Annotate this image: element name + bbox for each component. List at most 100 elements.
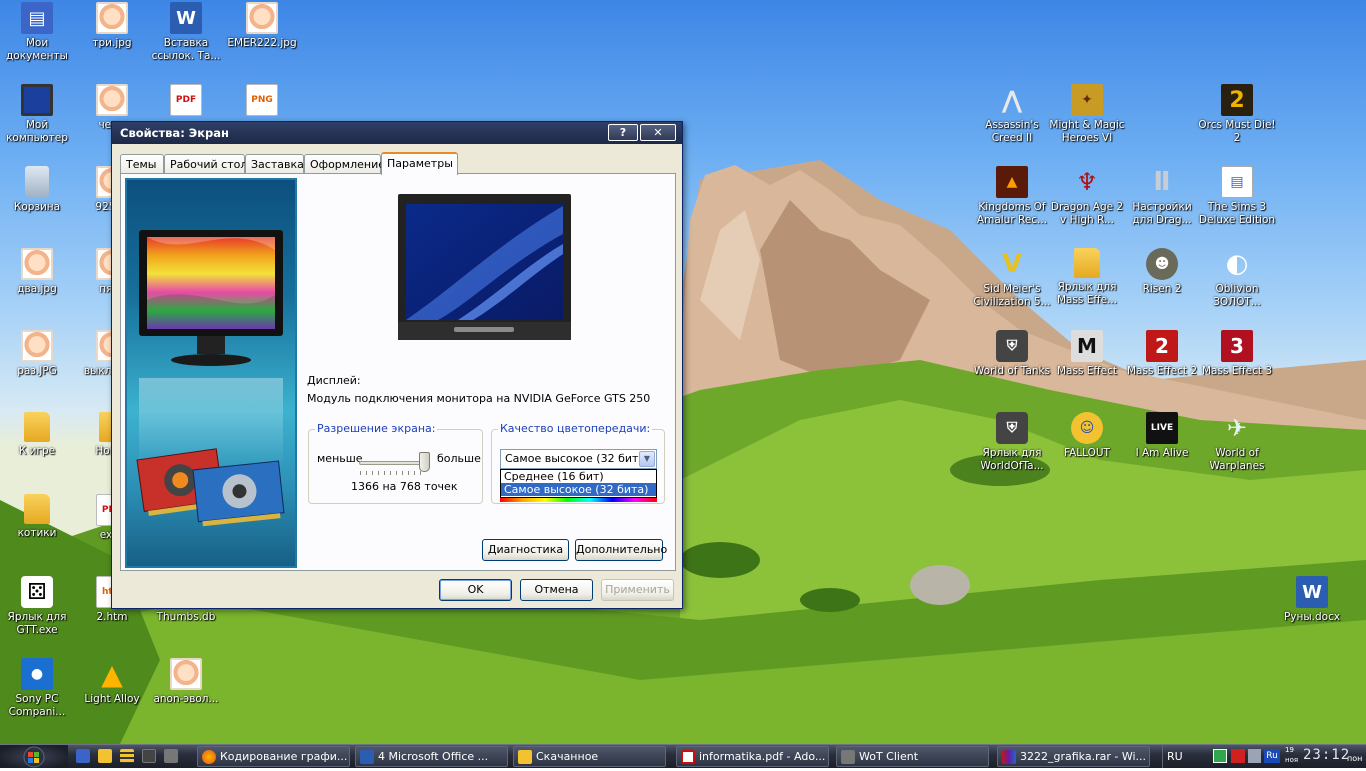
tray-app-icon[interactable]: [1213, 749, 1227, 763]
desktop-icon-civilization[interactable]: V Sid Meier's Civilization 5...: [973, 248, 1051, 309]
sony-pc-companion-icon: ●: [21, 658, 53, 690]
desktop-icon-amalur[interactable]: ▲ Kingdoms Of Amalur Rec...: [973, 166, 1051, 227]
taskbar-item-firefox[interactable]: Кодирование графи...: [197, 746, 350, 767]
resolution-slider-thumb[interactable]: [419, 452, 430, 472]
language-indicator[interactable]: RU: [1167, 750, 1183, 763]
word-document-icon: W: [170, 2, 202, 34]
help-button[interactable]: ?: [608, 124, 638, 141]
desktop-icon-i-am-alive[interactable]: LIVE I Am Alive: [1123, 412, 1201, 460]
color-spectrum-bar: [500, 498, 657, 502]
taskbar-item-informatika-pdf[interactable]: informatika.pdf - Ado...: [676, 746, 829, 767]
close-icon: ✕: [653, 126, 663, 139]
ok-button[interactable]: OK: [439, 579, 512, 601]
photo-icon: [21, 330, 53, 362]
desktop-icon-mass-effect-3[interactable]: 3 Mass Effect 3: [1198, 330, 1276, 378]
desktop-icon-raz-jpg[interactable]: раз.JPG: [0, 330, 76, 378]
monitor-illustration: [136, 230, 285, 527]
desktop-icon-anon-evol[interactable]: anon-эвол...: [147, 658, 225, 706]
color-quality-option-32bit[interactable]: Самое высокое (32 бита): [501, 483, 656, 496]
desktop-icon-my-documents[interactable]: ▤ Мои документы: [0, 2, 76, 63]
color-quality-select[interactable]: Самое высокое (32 бита) ▼: [500, 449, 657, 469]
tray-blocked-icon[interactable]: [1231, 749, 1245, 763]
tab-desktop[interactable]: Рабочий стол: [164, 154, 247, 174]
risen-icon: ☻: [1146, 248, 1178, 280]
desktop-icon-vstavka-ssylok[interactable]: W Вставка ссылок. Та...: [147, 2, 225, 63]
pdf-icon: [681, 750, 695, 764]
desktop-icon-world-of-warplanes[interactable]: ✈ World of Warplanes: [1198, 412, 1276, 473]
tab-settings[interactable]: Параметры: [381, 152, 458, 175]
dialog-title: Свойства: Экран: [120, 126, 229, 140]
color-quality-option-16bit[interactable]: Среднее (16 бит): [501, 470, 656, 483]
i-am-alive-icon: LIVE: [1146, 412, 1178, 444]
dialog-titlebar[interactable]: Свойства: Экран ? ✕: [112, 122, 682, 144]
quicklaunch-archive-icon[interactable]: [120, 749, 134, 763]
desktop-icon-dva-jpg[interactable]: два.jpg: [0, 248, 76, 296]
desktop-icon-oblivion[interactable]: ◐ Oblivion ЗОЛОТ...: [1198, 248, 1276, 309]
desktop-icon-emer222[interactable]: EMER222.jpg: [223, 2, 301, 50]
oblivion-icon: ◐: [1225, 248, 1249, 279]
desktop-icon-wot-shortcut[interactable]: ⛨ Ярлык для WorldOfTa...: [973, 412, 1051, 473]
desktop-icon-fallout[interactable]: ☺ FALLOUT: [1048, 412, 1126, 460]
world-of-tanks-icon: ⛨: [996, 330, 1028, 362]
taskbar-item-ms-office[interactable]: 4 Microsoft Office ...: [355, 746, 508, 767]
world-of-warplanes-icon: ✈: [1226, 413, 1248, 442]
chevron-down-icon[interactable]: ▼: [639, 451, 655, 467]
tab-themes[interactable]: Темы: [120, 154, 164, 174]
clock[interactable]: 19 ноя 23:12 пон: [1285, 746, 1365, 768]
taskbar-item-winrar[interactable]: 3222_grafika.rar - Wi...: [997, 746, 1150, 767]
tab-appearance[interactable]: Оформление: [304, 154, 385, 174]
civilization-icon: V: [1001, 248, 1023, 279]
tray-network-icon[interactable]: [1248, 749, 1261, 763]
diagnostics-button[interactable]: Диагностика: [482, 539, 569, 561]
desktop-icon-mass-effect[interactable]: M Mass Effect: [1048, 330, 1126, 378]
desktop-icon-risen2[interactable]: ☻ Risen 2: [1123, 248, 1201, 296]
tab-screensaver[interactable]: Заставка: [245, 154, 304, 174]
tray-keyboard-layout-icon[interactable]: Ru: [1264, 749, 1280, 763]
firefox-icon: [202, 750, 216, 764]
desktop-icon-runy-docx[interactable]: W Руны.docx: [1273, 576, 1351, 624]
desktop-icon-my-computer[interactable]: Мой компьютер: [0, 84, 76, 145]
apply-button[interactable]: Применить: [601, 579, 674, 601]
display-value: Модуль подключения монитора на NVIDIA Ge…: [307, 392, 651, 405]
desktop-icon-dragon-age[interactable]: ♆ Dragon Age 2 v High R...: [1048, 166, 1126, 227]
desktop-icon-assassins-creed[interactable]: ⋀ Assassin's Creed II: [973, 84, 1051, 145]
desktop-icon-world-of-tanks[interactable]: ⛨ World of Tanks: [973, 330, 1051, 378]
desktop-icon-k-igre[interactable]: К игре: [0, 412, 76, 458]
desktop-icon-sony-pc-companion[interactable]: ● Sony PC Compani...: [0, 658, 76, 719]
desktop-icon-png[interactable]: PNG: [223, 84, 301, 119]
dice-icon: ⚄: [21, 576, 53, 608]
settings-icon: Ⅱ: [1153, 166, 1171, 197]
desktop-icon-pdf[interactable]: PDF: [147, 84, 225, 119]
desktop-icon-mass-effect-shortcut[interactable]: Ярлык для Mass Effe...: [1048, 248, 1126, 307]
cancel-button[interactable]: Отмена: [520, 579, 593, 601]
quicklaunch-extra-icon[interactable]: [164, 749, 178, 763]
desktop-icon-heroes[interactable]: ✦ Might & Magic Heroes VI: [1048, 84, 1126, 145]
mass-effect-icon: M: [1071, 330, 1103, 362]
taskbar-item-wot-client[interactable]: WoT Client: [836, 746, 989, 767]
desktop-icon-tri-jpg[interactable]: три.jpg: [73, 2, 151, 50]
resolution-slider-track[interactable]: [359, 461, 425, 465]
quicklaunch-media-icon[interactable]: [142, 749, 156, 763]
quicklaunch-folder-icon[interactable]: [98, 749, 112, 763]
desktop-icon-gtt[interactable]: ⚄ Ярлык для GTT.exe: [0, 576, 76, 637]
windows-logo-icon: [23, 746, 45, 768]
desktop-icon-kotiki[interactable]: котики: [0, 494, 76, 540]
clock-month: ноя: [1285, 756, 1299, 764]
close-button[interactable]: ✕: [640, 124, 676, 141]
taskbar-item-downloads[interactable]: Скачанное: [513, 746, 666, 767]
advanced-button[interactable]: Дополнительно: [575, 539, 667, 561]
desktop-icon-orcs-must-die[interactable]: 2 Orcs Must Die! 2: [1198, 84, 1276, 145]
sidebar-illustration: [125, 178, 297, 568]
quicklaunch-show-desktop-icon[interactable]: [76, 749, 90, 763]
desktop-icon-recycle-bin[interactable]: Корзина: [0, 166, 76, 214]
desktop-icon-dragon-settings[interactable]: Ⅱ Настройки для Drag...: [1123, 166, 1201, 227]
world-of-tanks-icon: [841, 750, 855, 764]
word-icon: [360, 750, 374, 764]
assassins-creed-icon: ⋀: [1001, 85, 1023, 114]
desktop-icon-mass-effect-2[interactable]: 2 Mass Effect 2: [1123, 330, 1201, 378]
start-button[interactable]: [0, 745, 68, 768]
settings-panel: Дисплей: Модуль подключения монитора на …: [120, 173, 676, 571]
desktop-icon-sims3[interactable]: ▤ The Sims 3 Deluxe Edition: [1198, 166, 1276, 227]
desktop-icon-light-alloy[interactable]: ▲ Light Alloy: [73, 658, 151, 706]
color-quality-selected: Самое высокое (32 бита): [505, 452, 650, 465]
